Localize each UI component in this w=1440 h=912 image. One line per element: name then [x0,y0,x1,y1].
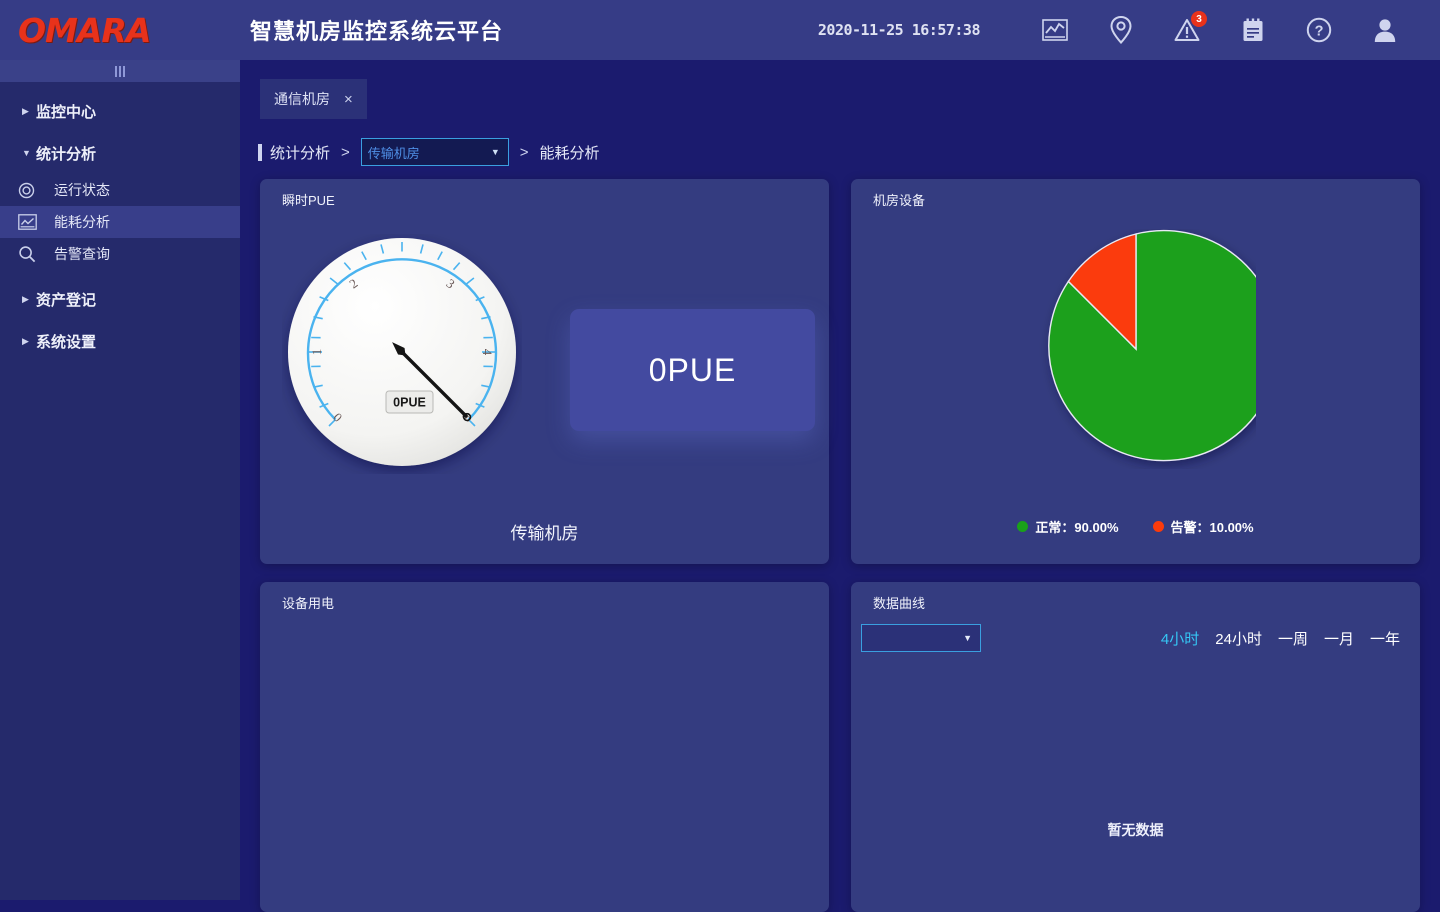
legend-item-alarm[interactable]: 告警：10.00% [1153,517,1254,536]
chevron-right-icon: ▶ [22,295,36,304]
pue-caption: 传输机房 [260,519,829,544]
location-icon[interactable] [1104,13,1138,47]
app-header: OMARA 智慧机房监控系统云平台 2020-11-25 16:57:38 3 [0,0,1440,60]
room-select-value: 传输机房 [368,143,420,162]
tab-label: 通信机房 [274,89,330,109]
tab-bar: 通信机房 × [240,60,1440,119]
sidebar-group-settings[interactable]: ▶ 系统设置 [0,320,240,362]
sidebar-item-label: 告警查询 [54,244,110,264]
sidebar-group-statistics[interactable]: ▼ 统计分析 [0,132,240,174]
svg-text:?: ? [1315,24,1324,40]
user-icon[interactable] [1368,13,1402,47]
chevron-right-icon: ▶ [22,337,36,346]
range-tab-week[interactable]: 一周 [1278,628,1308,649]
panel-instant-pue: 瞬时PUE [260,179,829,564]
main-content: 通信机房 × 统计分析 > 传输机房 ▼ > 能耗分析 瞬时PUE [240,60,1440,900]
brand-logo: OMARA [0,14,240,47]
device-pie-chart [851,229,1420,469]
panel-row-bottom: 设备用电 数据曲线 ▼ 4小时 24小时 一周 一月 一年 暂无数据 [240,582,1440,912]
pue-value: 0PUE [649,352,737,389]
sidebar-item-label: 运行状态 [54,180,110,200]
close-icon[interactable]: × [344,91,353,108]
breadcrumb-root[interactable]: 统计分析 [270,142,330,163]
sidebar-group-label: 统计分析 [36,143,96,164]
room-select[interactable]: 传输机房 ▼ [361,138,509,166]
sidebar-item-alarm-query[interactable]: 告警查询 [0,238,240,270]
breadcrumb-leaf: 能耗分析 [540,142,600,163]
sidebar-item-running-status[interactable]: 运行状态 [0,174,240,206]
empty-state-text: 暂无数据 [851,820,1420,840]
sidebar-group-label: 系统设置 [36,331,96,352]
page-title: 智慧机房监控系统云平台 [250,14,503,46]
legend-dot-green [1017,521,1028,532]
panel-data-curve: 数据曲线 ▼ 4小时 24小时 一周 一月 一年 暂无数据 [851,582,1420,912]
chart-icon [18,214,48,230]
range-tab-month[interactable]: 一月 [1324,628,1354,649]
range-tab-4h[interactable]: 4小时 [1161,628,1199,649]
range-tab-year[interactable]: 一年 [1370,628,1400,649]
sidebar-item-energy-analysis[interactable]: 能耗分析 [0,206,240,238]
panel-title: 瞬时PUE [282,190,335,209]
breadcrumb-separator: > [341,144,350,161]
pue-gauge: 0 1 2 3 4 5 [282,234,522,474]
range-tabs: 4小时 24小时 一周 一月 一年 [1161,628,1400,649]
chevron-down-icon: ▼ [963,633,972,643]
search-icon [18,245,48,263]
breadcrumb: 统计分析 > 传输机房 ▼ > 能耗分析 [258,135,1440,169]
svg-text:1: 1 [309,349,324,356]
pue-value-card: 0PUE [570,309,815,431]
chart-icon[interactable] [1038,13,1072,47]
sidebar: ▶ 监控中心 ▼ 统计分析 运行状态 能耗分析 [0,60,240,900]
alarm-badge: 3 [1191,11,1207,27]
panel-title: 设备用电 [282,593,334,612]
chevron-right-icon: ▶ [22,107,36,116]
hamburger-icon [115,66,125,77]
panel-title: 机房设备 [873,190,925,209]
curve-controls: ▼ 4小时 24小时 一周 一月 一年 [861,624,1400,652]
breadcrumb-marker [258,144,262,161]
tab-communication-room[interactable]: 通信机房 × [260,79,367,119]
header-actions: 2020-11-25 16:57:38 3 [818,13,1440,47]
chevron-down-icon: ▼ [22,149,36,158]
help-icon[interactable]: ? [1302,13,1336,47]
chevron-down-icon: ▼ [491,147,500,157]
sidebar-group-label: 资产登记 [36,289,96,310]
sidebar-group-label: 监控中心 [36,101,96,122]
legend-label: 告警：10.00% [1171,517,1254,536]
svg-text:4: 4 [480,349,495,356]
pie-legend: 正常：90.00% 告警：10.00% [851,517,1420,536]
clipboard-icon[interactable] [1236,13,1270,47]
panel-device-power: 设备用电 [260,582,829,912]
metric-select[interactable]: ▼ [861,624,981,652]
alarm-icon[interactable]: 3 [1170,13,1204,47]
breadcrumb-separator: > [520,144,529,161]
range-tab-24h[interactable]: 24小时 [1215,628,1262,649]
sidebar-collapse-toggle[interactable] [0,60,240,82]
legend-item-normal[interactable]: 正常：90.00% [1017,517,1118,536]
clock-display: 2020-11-25 16:57:38 [818,21,980,39]
sidebar-group-monitor[interactable]: ▶ 监控中心 [0,90,240,132]
gauge-icon [18,182,48,199]
gauge-value-label: 0PUE [393,396,426,410]
legend-dot-red [1153,521,1164,532]
sidebar-group-assets[interactable]: ▶ 资产登记 [0,278,240,320]
panel-row-top: 瞬时PUE [240,179,1440,564]
panel-room-devices: 机房设备 [851,179,1420,564]
sidebar-item-label: 能耗分析 [54,212,110,232]
legend-label: 正常：90.00% [1035,517,1118,536]
panel-title: 数据曲线 [873,593,925,612]
